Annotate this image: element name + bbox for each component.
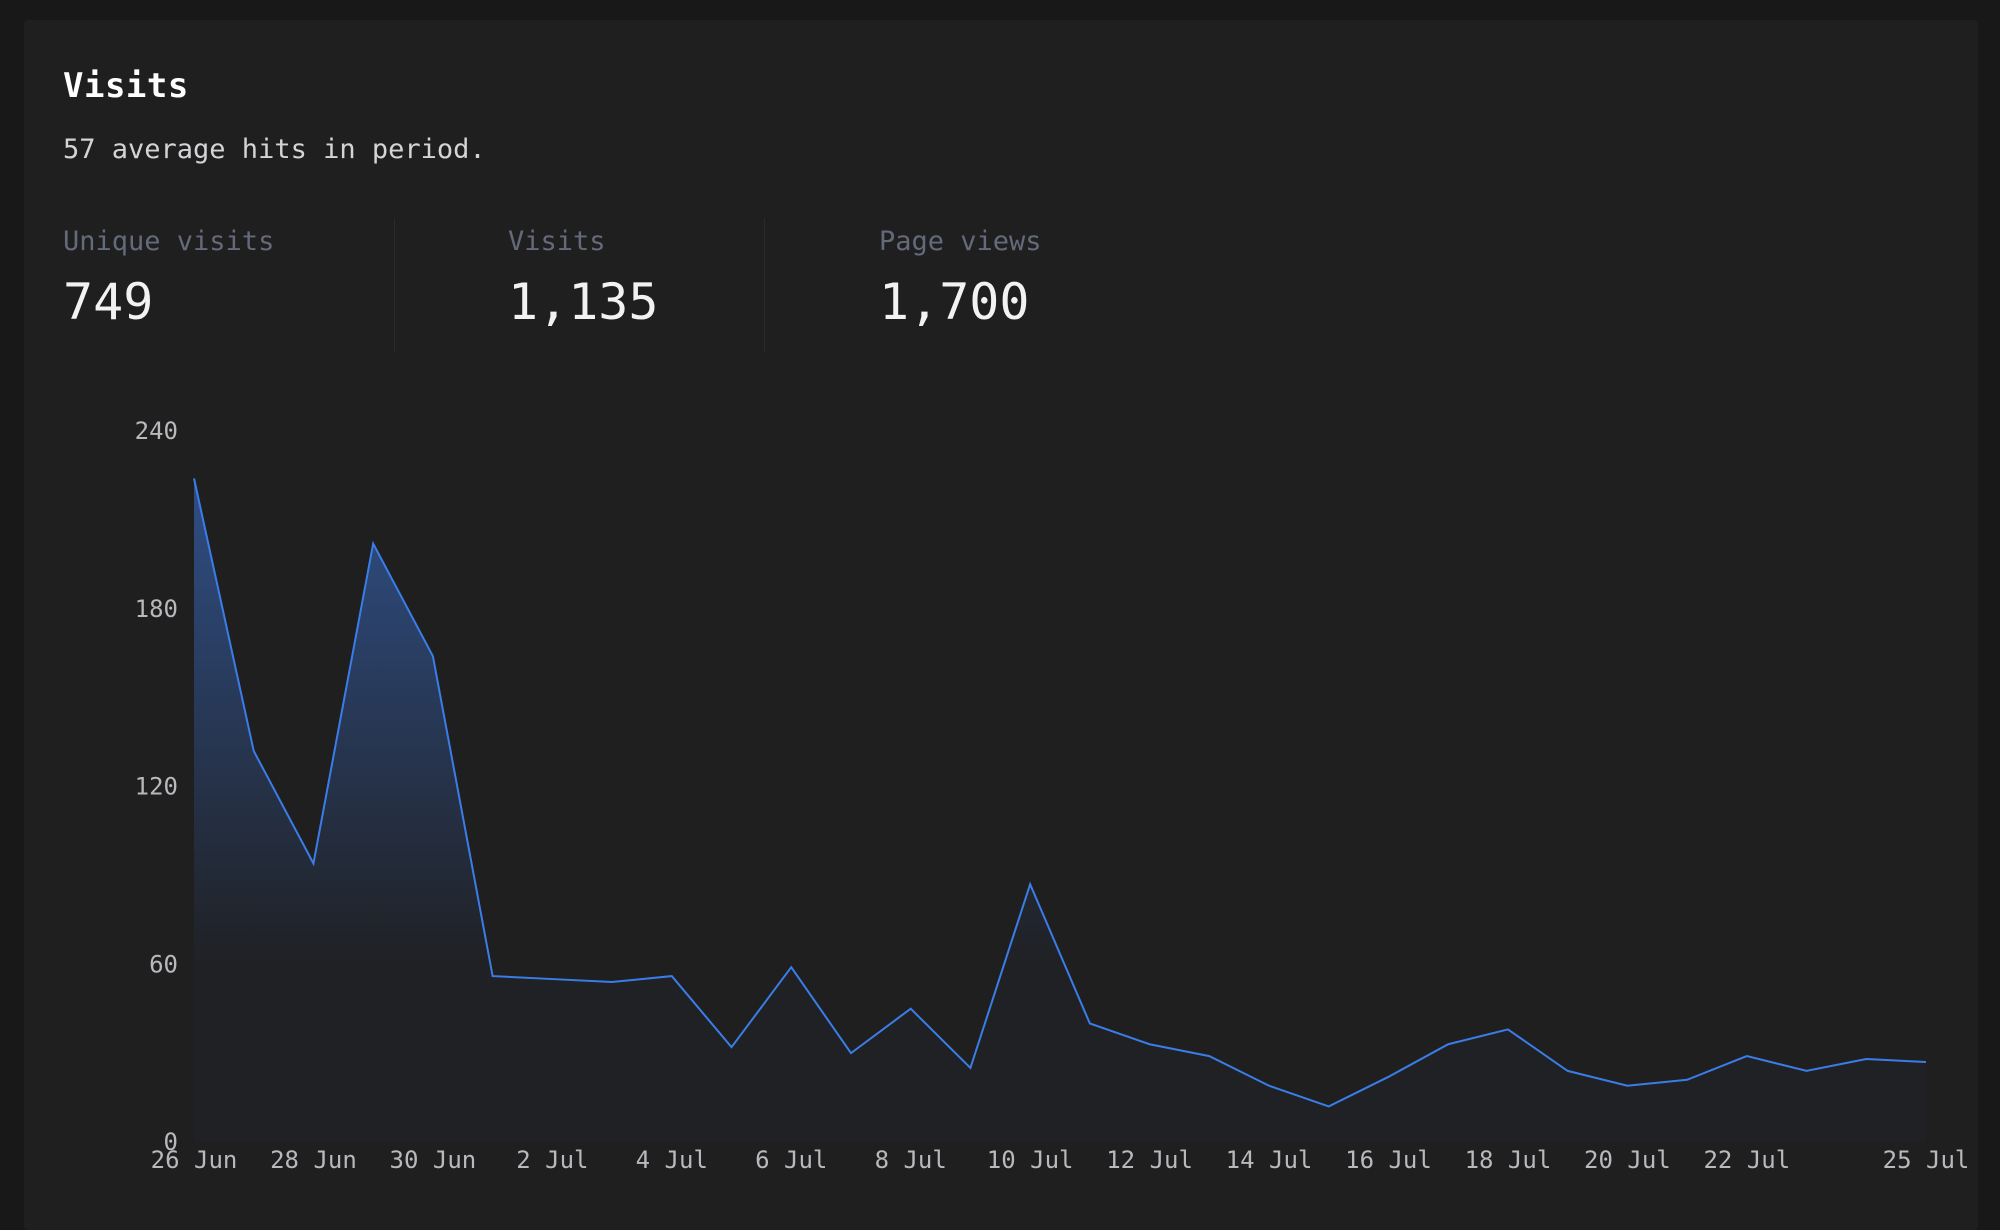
- series-area: [194, 478, 1926, 1142]
- data-point: [192, 476, 196, 480]
- x-tick-label: 12 Jul: [1106, 1146, 1193, 1174]
- data-point: [371, 542, 375, 546]
- data-point: [1805, 1069, 1809, 1073]
- data-point: [550, 977, 554, 981]
- x-tick-label: 10 Jul: [987, 1146, 1074, 1174]
- y-tick-label: 60: [149, 950, 178, 978]
- x-tick-label: 2 Jul: [516, 1146, 588, 1174]
- x-tick-label: 8 Jul: [875, 1146, 947, 1174]
- data-point: [730, 1045, 734, 1049]
- data-point: [1745, 1054, 1749, 1058]
- data-point: [1327, 1104, 1331, 1108]
- data-point: [1924, 1060, 1928, 1064]
- x-tick-label: 6 Jul: [755, 1146, 827, 1174]
- x-tick-label: 28 Jun: [270, 1146, 357, 1174]
- data-point: [1446, 1042, 1450, 1046]
- data-point: [1148, 1042, 1152, 1046]
- data-point: [968, 1066, 972, 1070]
- data-point: [1088, 1022, 1092, 1026]
- x-tick-label: 25 Jul: [1883, 1146, 1970, 1174]
- data-point: [1207, 1054, 1211, 1058]
- data-point: [1864, 1057, 1868, 1061]
- x-tick-label: 20 Jul: [1584, 1146, 1671, 1174]
- x-tick-label: 22 Jul: [1703, 1146, 1790, 1174]
- data-point: [1506, 1027, 1510, 1031]
- data-point: [670, 974, 674, 978]
- x-tick-label: 18 Jul: [1465, 1146, 1552, 1174]
- data-point: [431, 654, 435, 658]
- data-point: [849, 1051, 853, 1055]
- data-point: [1566, 1069, 1570, 1073]
- data-point: [1386, 1075, 1390, 1079]
- x-tick-label: 16 Jul: [1345, 1146, 1432, 1174]
- y-tick-label: 120: [135, 773, 178, 801]
- data-point: [252, 749, 256, 753]
- visits-card: Visits 57 average hits in period. Unique…: [24, 20, 1978, 1230]
- data-point: [1625, 1084, 1629, 1088]
- y-tick-label: 240: [135, 417, 178, 445]
- visits-area-chart: 06012018024026 Jun 28 Jun 30 Jun 2 Jul 4 Jul…: [135, 417, 1970, 1174]
- data-point: [1028, 882, 1032, 886]
- x-tick-label: 26 Jun: [151, 1146, 238, 1174]
- data-point: [610, 980, 614, 984]
- data-point: [909, 1007, 913, 1011]
- y-tick-label: 180: [135, 595, 178, 623]
- data-point: [491, 974, 495, 978]
- x-tick-label: 30 Jun: [390, 1146, 477, 1174]
- x-tick-label: 14 Jul: [1226, 1146, 1313, 1174]
- data-point: [1685, 1078, 1689, 1082]
- data-point: [311, 862, 315, 866]
- data-point: [789, 965, 793, 969]
- x-tick-label: 4 Jul: [636, 1146, 708, 1174]
- data-point: [1267, 1084, 1271, 1088]
